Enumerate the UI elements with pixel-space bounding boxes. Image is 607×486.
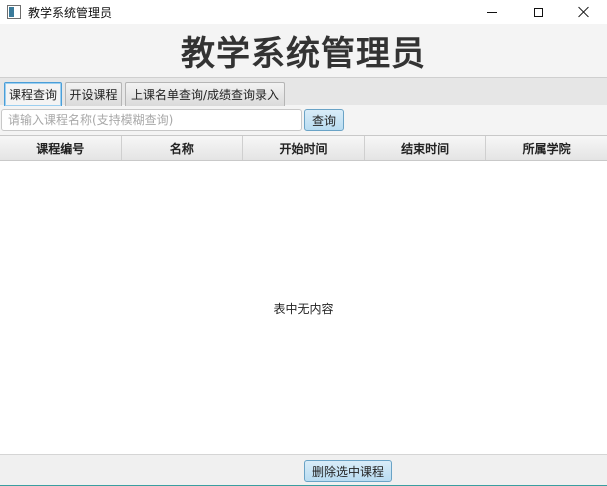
column-header-end-time[interactable]: 结束时间 (365, 136, 487, 160)
table-header: 课程编号 名称 开始时间 结束时间 所属学院 (0, 136, 607, 161)
delete-selected-course-button[interactable]: 删除选中课程 (304, 460, 392, 482)
column-header-college[interactable]: 所属学院 (486, 136, 607, 160)
window-title: 教学系统管理员 (28, 5, 113, 20)
window-controls (469, 0, 607, 24)
minimize-icon (487, 11, 497, 13)
page-title: 教学系统管理员 (181, 33, 426, 74)
maximize-button[interactable] (515, 0, 561, 24)
title-bar[interactable]: 教学系统管理员 (0, 0, 607, 24)
tab-course-query[interactable]: 课程查询 (4, 82, 62, 106)
search-button[interactable]: 查询 (304, 109, 344, 131)
close-button[interactable] (561, 0, 607, 24)
table-empty-message: 表中无内容 (273, 302, 334, 316)
tab-bar: 课程查询 开设课程 上课名单查询/成绩查询录入 (0, 77, 607, 106)
close-icon (578, 6, 590, 18)
search-row: 查询 (0, 106, 607, 134)
minimize-button[interactable] (469, 0, 515, 24)
page-header: 教学系统管理员 (0, 24, 607, 76)
app-icon (7, 5, 21, 19)
bottom-bar: 删除选中课程 (0, 454, 607, 486)
column-header-name[interactable]: 名称 (122, 136, 244, 160)
app-window: 教学系统管理员 教学系统管理员 课程查询 开设课程 上课名单查询/成绩查询录入 … (0, 0, 607, 486)
tab-open-course[interactable]: 开设课程 (65, 82, 122, 106)
column-header-start-time[interactable]: 开始时间 (243, 136, 365, 160)
column-header-course-id[interactable]: 课程编号 (0, 136, 122, 160)
tab-roster-grades[interactable]: 上课名单查询/成绩查询录入 (125, 82, 285, 106)
maximize-icon (533, 7, 543, 17)
course-table[interactable]: 课程编号 名称 开始时间 结束时间 所属学院 表中无内容 (0, 135, 607, 454)
search-input[interactable] (1, 109, 302, 131)
